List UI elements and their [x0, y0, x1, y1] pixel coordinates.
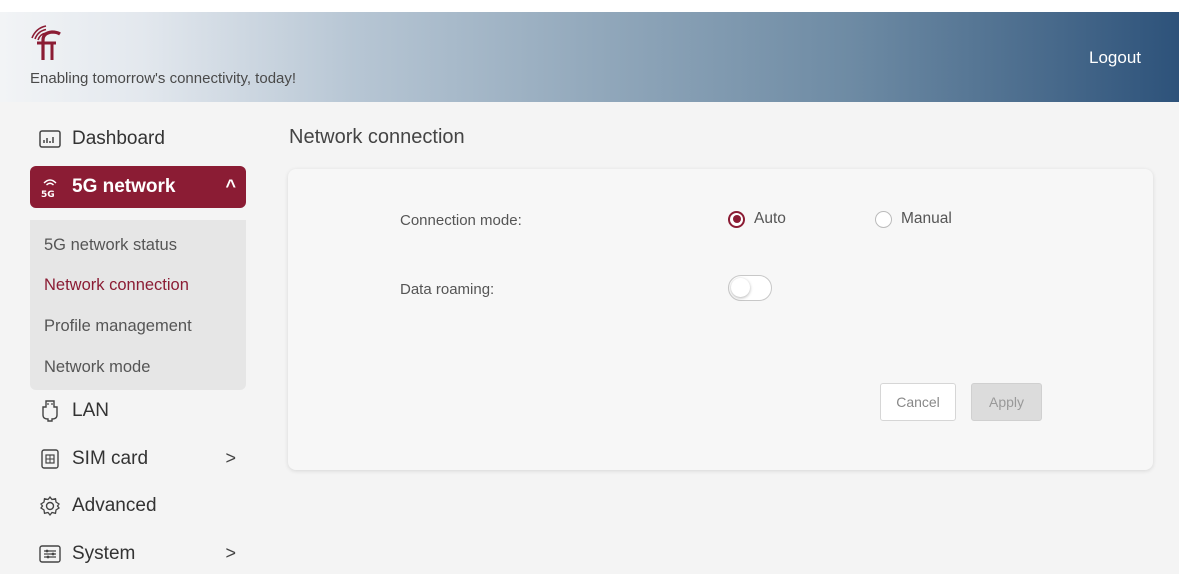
sidebar-item-label: 5G network [72, 176, 176, 197]
data-roaming-label: Data roaming: [400, 281, 495, 298]
header-bar: Enabling tomorrow's connectivity, today!… [0, 12, 1179, 102]
svg-text:5G: 5G [41, 190, 55, 198]
tagline: Enabling tomorrow's connectivity, today! [30, 70, 297, 87]
sidebar-item-label: SIM card [72, 448, 149, 469]
toggle-knob [731, 278, 750, 297]
dashboard-icon [37, 128, 63, 150]
radio-label: Auto [754, 210, 786, 227]
5g-signal-icon: 5G [37, 176, 63, 198]
sidebar-item-system[interactable]: System > [30, 533, 246, 574]
brand-logo-icon [31, 25, 61, 60]
sidebar-item-label: System [72, 543, 136, 564]
connection-mode-auto-radio[interactable]: Auto [728, 210, 786, 228]
sidebar-item-lan[interactable]: LAN [30, 390, 246, 432]
sidebar-item-label: Advanced [72, 495, 157, 516]
submenu-5g-network: 5G network status Network connection Pro… [30, 220, 246, 390]
page-title: Network connection [289, 126, 465, 148]
cancel-button[interactable]: Cancel [880, 383, 956, 421]
sidebar-item-5g-network[interactable]: 5G 5G network ^ [30, 166, 246, 208]
chevron-right-icon: > [225, 448, 236, 468]
settings-sliders-icon [37, 543, 63, 565]
logout-link[interactable]: Logout [1089, 48, 1141, 68]
chevron-right-icon: > [225, 543, 236, 563]
submenu-item-network-connection[interactable]: Network connection [44, 276, 189, 295]
sim-card-icon [37, 448, 63, 470]
gear-icon [37, 495, 63, 517]
radio-checked-icon [728, 210, 745, 228]
radio-unchecked-icon [875, 210, 892, 228]
radio-label: Manual [901, 210, 952, 227]
sidebar-item-sim-card[interactable]: SIM card > [30, 438, 246, 480]
connection-mode-manual-radio[interactable]: Manual [875, 210, 952, 228]
sidebar-item-label: Dashboard [72, 128, 165, 149]
sidebar-item-label: LAN [72, 400, 109, 421]
connection-mode-label: Connection mode: [400, 212, 522, 229]
ethernet-plug-icon [37, 400, 63, 422]
submenu-item-network-mode[interactable]: Network mode [44, 358, 150, 377]
apply-button[interactable]: Apply [971, 383, 1042, 421]
page: Enabling tomorrow's connectivity, today!… [0, 12, 1179, 574]
sidebar-item-advanced[interactable]: Advanced [30, 485, 246, 527]
sidebar: Dashboard 5G 5G network ^ 5G network sta… [0, 102, 260, 574]
network-connection-card: Connection mode: Auto Manual Data roamin… [288, 169, 1153, 470]
sidebar-item-dashboard[interactable]: Dashboard [30, 118, 246, 160]
submenu-item-profile-management[interactable]: Profile management [44, 317, 192, 336]
chevron-up-icon: ^ [225, 176, 236, 196]
data-roaming-toggle[interactable] [728, 275, 772, 301]
submenu-item-5g-network-status[interactable]: 5G network status [44, 236, 177, 255]
